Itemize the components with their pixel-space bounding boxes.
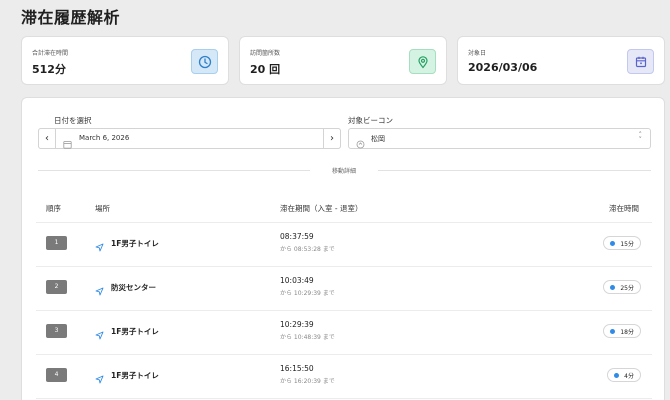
stat-label: 合計滞在時間	[32, 50, 69, 57]
section-divider-title: 移動詳細	[331, 168, 356, 175]
calendar-icon	[627, 49, 654, 74]
calendar-icon	[63, 134, 72, 153]
header-order: 順序	[46, 204, 61, 213]
movement-panel: 日付を選択 ‹ March 6, 2026 › 対象ビーコン 松岡 ˄ ˅ 移動詳…	[21, 97, 665, 400]
beacon-icon	[356, 134, 365, 153]
duration-value: 25分	[620, 284, 634, 292]
location-name: 1F男子トイレ	[111, 239, 159, 248]
row-divider	[36, 398, 652, 399]
location-pin-icon	[409, 49, 436, 74]
status-dot	[610, 328, 616, 334]
location-name: 1F男子トイレ	[111, 371, 159, 380]
stat-card-visit-count: 訪問箇所数 20 回	[239, 36, 447, 85]
stay-start: 16:15:50	[280, 364, 314, 373]
header-duration: 滞在時間	[609, 204, 639, 213]
order-badge: 3	[46, 324, 67, 338]
chevron-up-down-icon: ˄ ˅	[638, 131, 643, 144]
duration-pill: 25分	[603, 280, 641, 294]
beacon-value: 松岡	[371, 135, 385, 143]
stay-start: 10:29:39	[280, 320, 314, 329]
duration-pill: 15分	[603, 236, 641, 250]
table-row[interactable]: 4 1F男子トイレ 16:15:50 から 16:20:39 まで 4分	[22, 355, 666, 399]
table-row[interactable]: 1 1F男子トイレ 08:37:59 から 08:53:28 まで 15分	[22, 223, 666, 267]
header-location: 場所	[95, 204, 110, 213]
beacon-select[interactable]: 松岡 ˄ ˅	[348, 128, 651, 149]
stat-card-target-date: 対象日 2026/03/06	[457, 36, 665, 85]
navigation-arrow-icon	[95, 369, 104, 388]
stat-value: 2026/03/06	[468, 61, 538, 74]
stay-start: 10:03:49	[280, 276, 314, 285]
stat-card-total-stay: 合計滞在時間 512分	[21, 36, 229, 85]
duration-value: 15分	[620, 240, 634, 248]
divider-left	[38, 170, 310, 171]
stat-label: 対象日	[468, 50, 487, 57]
stay-until: から 10:48:39 まで	[280, 334, 335, 341]
location-name: 防災センター	[111, 283, 156, 292]
stay-until: から 16:20:39 まで	[280, 378, 335, 385]
page-title: 滞在履歴解析	[21, 8, 121, 27]
next-day-button[interactable]: ›	[323, 128, 341, 149]
prev-day-button[interactable]: ‹	[38, 128, 56, 149]
clock-icon	[191, 49, 218, 74]
stay-until: から 08:53:28 まで	[280, 246, 335, 253]
beacon-label: 対象ビーコン	[348, 116, 393, 125]
status-dot	[610, 240, 616, 246]
date-label: 日付を選択	[54, 116, 92, 125]
duration-value: 18分	[620, 328, 634, 336]
table-row[interactable]: 3 1F男子トイレ 10:29:39 から 10:48:39 まで 18分	[22, 311, 666, 355]
location-name: 1F男子トイレ	[111, 327, 159, 336]
duration-value: 4分	[624, 372, 634, 380]
stat-value: 20 回	[250, 63, 281, 76]
date-value: March 6, 2026	[79, 134, 130, 142]
duration-pill: 18分	[603, 324, 641, 338]
header-period: 滞在期間（入室 - 退室）	[280, 204, 363, 213]
navigation-arrow-icon	[95, 281, 104, 300]
navigation-arrow-icon	[95, 237, 104, 256]
stat-label: 訪問箇所数	[250, 50, 281, 57]
status-dot	[610, 284, 616, 290]
divider-right	[378, 170, 651, 171]
date-picker[interactable]: ‹ March 6, 2026 ›	[38, 128, 341, 149]
order-badge: 2	[46, 280, 67, 294]
duration-pill: 4分	[607, 368, 641, 382]
order-badge: 1	[46, 236, 67, 250]
navigation-arrow-icon	[95, 325, 104, 344]
stay-until: から 10:29:39 まで	[280, 290, 335, 297]
stay-start: 08:37:59	[280, 232, 314, 241]
order-badge: 4	[46, 368, 67, 382]
table-row[interactable]: 2 防災センター 10:03:49 から 10:29:39 まで 25分	[22, 267, 666, 311]
status-dot	[614, 372, 620, 378]
stat-value: 512分	[32, 63, 66, 76]
